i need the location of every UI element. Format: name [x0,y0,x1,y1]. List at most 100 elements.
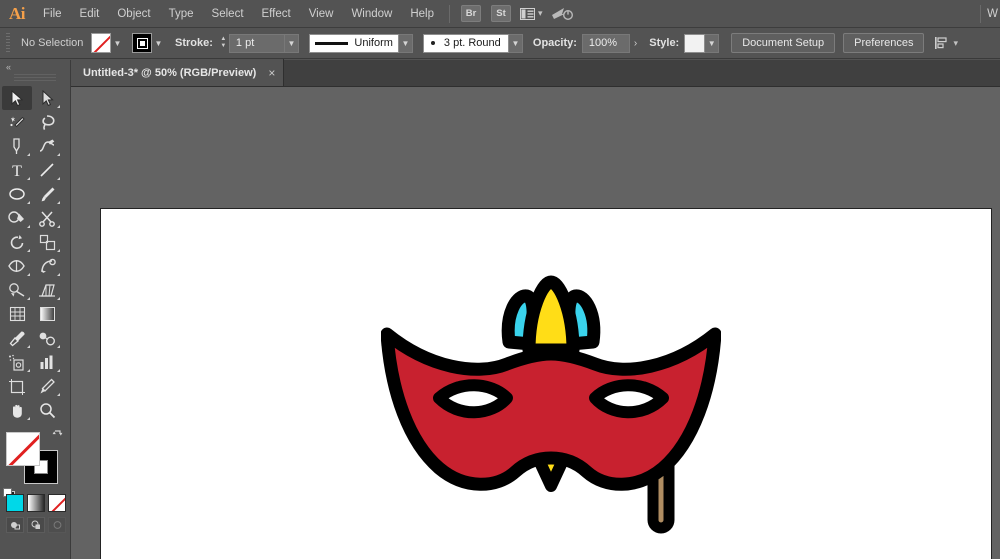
menu-help[interactable]: Help [401,0,443,28]
stroke-weight-stepper[interactable]: ▲▼ [218,34,229,52]
arrange-documents-icon[interactable]: ▾ [516,0,547,28]
fill-indicator[interactable] [6,432,40,466]
menu-bar: Ai File Edit Object Type Select Effect V… [0,0,1000,28]
scale-tool[interactable] [32,230,62,254]
graphic-style-swatch[interactable] [684,34,705,53]
mesh-tool[interactable] [2,302,32,326]
blend-tool[interactable] [32,326,62,350]
slice-tool[interactable] [32,374,62,398]
perspective-grid-tool[interactable] [32,278,62,302]
width-tool[interactable] [2,254,32,278]
draw-inside-button[interactable] [48,517,66,533]
none-button[interactable] [48,494,66,512]
stroke-weight-input[interactable]: 1 pt [229,34,285,53]
menu-view[interactable]: View [300,0,343,28]
control-bar: No Selection ▼ ▼ Stroke: ▲▼ 1 pt ▼ Unifo… [0,28,1000,59]
type-tool[interactable]: T [2,158,32,182]
graphic-style-dropdown-icon[interactable]: ▼ [705,34,719,53]
opacity-input[interactable]: 100% [582,34,630,53]
draw-normal-button[interactable] [6,517,24,533]
line-segment-tool[interactable] [32,158,62,182]
control-bar-grip[interactable] [6,33,10,53]
symbol-sprayer-tool[interactable] [2,350,32,374]
stroke-dropdown-icon[interactable]: ▼ [152,33,165,53]
close-icon[interactable]: × [268,67,275,79]
gradient-button[interactable] [27,494,45,512]
menu-object[interactable]: Object [108,0,159,28]
tools-panel-grip[interactable] [14,74,56,83]
shaper-tool[interactable] [2,206,32,230]
artboard-tool[interactable] [2,374,32,398]
document-tab-title: Untitled-3* @ 50% (RGB/Preview) [83,67,256,79]
mask-plumes [508,282,594,350]
draw-mode-buttons [0,512,70,533]
tools-grid: T [0,86,68,422]
menu-file[interactable]: File [34,0,71,28]
free-transform-tool[interactable] [32,254,62,278]
tools-panel: « [0,60,71,559]
stroke-weight-dropdown-icon[interactable]: ▼ [285,34,299,53]
brush-preview-icon [431,41,435,45]
column-graph-tool[interactable] [32,350,62,374]
draw-behind-button[interactable] [27,517,45,533]
app-logo-icon: Ai [0,0,34,28]
rotate-tool[interactable] [2,230,32,254]
ellipse-tool[interactable] [2,182,32,206]
paintbrush-tool[interactable] [32,182,62,206]
brush-definition-combo[interactable]: 3 pt. Round [423,34,509,53]
eyedropper-tool[interactable] [2,326,32,350]
sync-settings-icon[interactable] [547,0,577,28]
style-label: Style: [649,37,679,49]
arrange-glyph [520,8,535,20]
document-tab-bar: Untitled-3* @ 50% (RGB/Preview) × [71,60,1000,87]
preferences-button[interactable]: Preferences [843,33,924,53]
stroke-profile-label: Uniform [354,37,393,49]
color-button[interactable] [6,494,24,512]
svg-text:T: T [12,163,22,178]
menu-select[interactable]: Select [203,0,253,28]
shape-builder-tool[interactable] [2,278,32,302]
menu-divider-right [980,5,981,23]
canvas-area[interactable] [71,87,1000,559]
curvature-tool[interactable] [32,134,62,158]
illustrator-window: Ai File Edit Object Type Select Effect V… [0,0,1000,559]
direct-selection-tool[interactable] [32,86,62,110]
document-setup-button[interactable]: Document Setup [731,33,835,53]
swap-fill-stroke-icon[interactable] [52,428,64,443]
hand-tool[interactable] [2,398,32,422]
menu-edit[interactable]: Edit [71,0,109,28]
align-distribute-icon[interactable] [934,33,950,53]
magic-wand-tool[interactable] [2,110,32,134]
opacity-options-icon[interactable]: › [630,38,641,49]
scissors-tool[interactable] [32,206,62,230]
document-tab[interactable]: Untitled-3* @ 50% (RGB/Preview) × [71,59,284,86]
lasso-tool[interactable] [32,110,62,134]
workspace-switcher[interactable]: W [987,0,1000,28]
menu-type[interactable]: Type [160,0,203,28]
menu-window[interactable]: Window [342,0,401,28]
gradient-tool[interactable] [32,302,62,326]
stock-button[interactable]: St [491,5,511,22]
stroke-profile-combo[interactable]: Uniform [309,34,399,53]
stroke-color-swatch[interactable] [132,33,152,53]
masquerade-mask-illustration[interactable] [381,272,721,559]
artboard[interactable] [100,208,992,559]
fill-stroke-controls [0,428,68,490]
stroke-weight-label: Stroke: [175,37,213,49]
fill-dropdown-icon[interactable]: ▼ [111,33,124,53]
mask-body [387,334,715,484]
menubar-right-group: W [974,0,1000,28]
stroke-profile-dropdown-icon[interactable]: ▼ [399,34,413,53]
double-chevron-left-icon[interactable]: « [0,60,70,74]
align-dropdown-icon[interactable]: ▾ [953,38,958,49]
pen-tool[interactable] [2,134,32,158]
fill-color-swatch[interactable] [91,33,111,53]
bridge-button[interactable]: Br [461,5,481,22]
menu-effect[interactable]: Effect [253,0,300,28]
menu-divider [449,5,450,23]
brush-definition-dropdown-icon[interactable]: ▼ [509,34,523,53]
chevron-down-icon: ▾ [538,8,543,19]
zoom-tool[interactable] [32,398,62,422]
brush-definition-label: 3 pt. Round [444,37,501,49]
selection-tool[interactable] [2,86,32,110]
